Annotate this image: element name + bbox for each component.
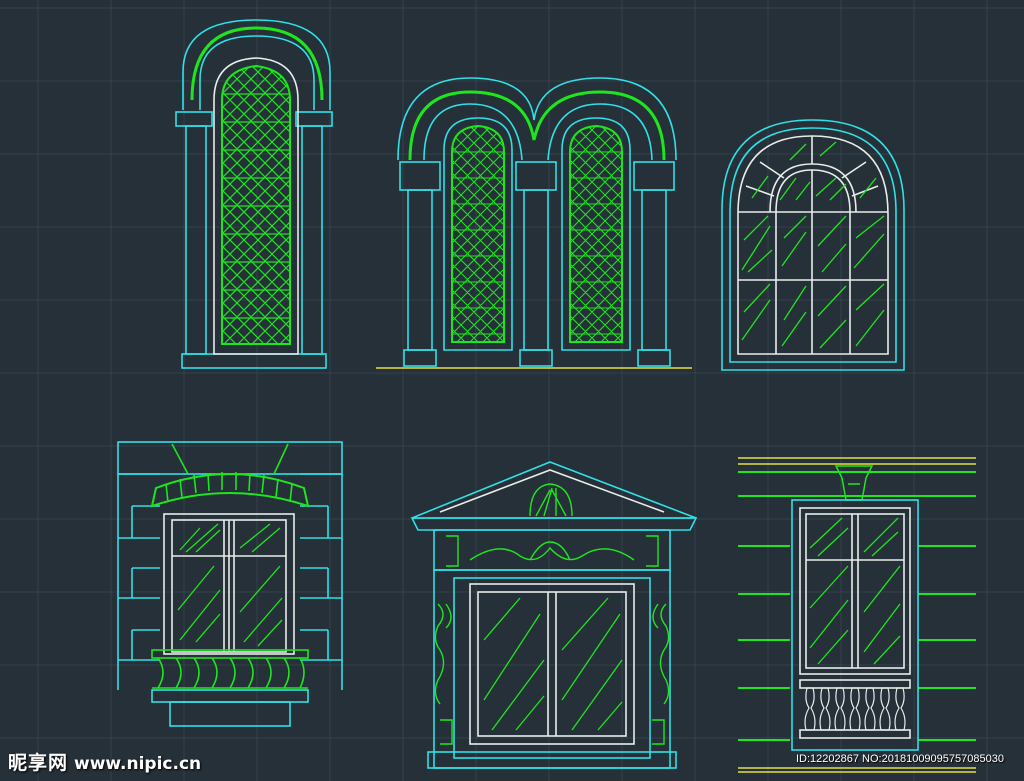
cornice-lines — [738, 457, 976, 465]
rusticated-window-with-balcony — [117, 441, 343, 727]
twin-arched-window — [376, 77, 692, 369]
right-pilaster — [652, 603, 670, 745]
sill-bracket — [169, 701, 291, 727]
outer-frame — [721, 119, 905, 371]
wall-courses-right — [918, 545, 976, 741]
glass-hatch — [809, 517, 901, 665]
window-surround — [791, 499, 919, 751]
capital-left — [399, 161, 441, 191]
glass-hatch — [483, 597, 623, 731]
background-grid — [0, 0, 1024, 781]
left-capital — [175, 111, 213, 127]
left-column — [185, 125, 207, 355]
column-left — [407, 189, 433, 351]
left-window-frame — [443, 117, 513, 351]
pedimented-window — [410, 461, 698, 769]
right-lattice — [570, 126, 622, 342]
surround-inner — [453, 577, 651, 759]
balcony-railing — [152, 657, 308, 689]
mullions — [738, 170, 888, 354]
round-top-window — [721, 119, 905, 371]
column-right — [641, 189, 667, 351]
watermark-url: www.nipic.cn — [74, 754, 202, 774]
glass-hatch — [741, 141, 885, 349]
window-sash — [477, 591, 627, 737]
capital-mid — [515, 161, 557, 191]
plinth-right — [637, 349, 671, 367]
inner-arch-2 — [769, 163, 857, 213]
window-frame — [799, 507, 911, 675]
plinth-left — [403, 349, 437, 367]
shell-ornament — [529, 483, 573, 517]
capital-right — [633, 161, 675, 191]
glass-hatch — [177, 523, 283, 647]
base-step — [427, 751, 677, 769]
outer-twin-arch — [397, 77, 677, 161]
arched-lattice-window — [175, 19, 333, 369]
diamond-lattice — [222, 66, 290, 344]
right-window-frame — [561, 117, 631, 351]
watermark-brand: 昵享网 www.nipic.cn — [8, 748, 201, 775]
cornice — [410, 517, 698, 531]
window-with-balustrade — [738, 457, 976, 773]
plinth-mid — [519, 349, 553, 367]
balustrade-rail — [799, 679, 911, 689]
lattice-bars — [570, 126, 622, 342]
column-mid — [523, 189, 549, 351]
left-lattice-glass — [451, 124, 505, 343]
voussoir-arch — [150, 473, 310, 508]
grid-lines — [0, 0, 1024, 781]
right-lattice-glass — [569, 124, 623, 343]
left-pilaster — [434, 603, 453, 745]
window-frame — [469, 583, 635, 745]
watermark-brand-name: 昵享网 — [8, 752, 69, 774]
frieze-ornament — [446, 535, 659, 567]
watermark-id: ID:12202867 NO:20181009095757085030 — [796, 753, 1004, 765]
balusters — [804, 687, 906, 731]
pediment — [411, 461, 697, 519]
base — [181, 353, 327, 369]
balustrade-base — [799, 729, 911, 739]
keystone-lines — [171, 443, 289, 475]
lattice-bars — [222, 66, 290, 344]
glass-frame — [737, 135, 889, 355]
sill — [151, 689, 309, 703]
wall-courses-left — [738, 545, 790, 741]
cad-drawing-canvas — [0, 0, 1024, 781]
top-block — [117, 441, 343, 475]
ground-line — [738, 767, 976, 773]
right-column — [301, 125, 323, 355]
right-capital — [295, 111, 333, 127]
inner-twin-arch — [408, 90, 666, 161]
